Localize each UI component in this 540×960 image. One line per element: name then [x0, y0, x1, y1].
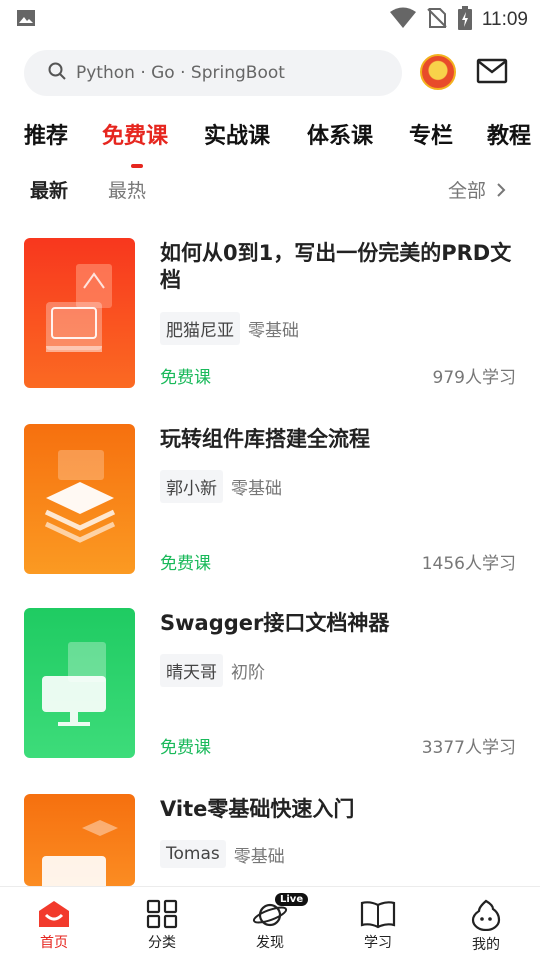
nav-home-label: 首页: [40, 935, 68, 951]
image-notification-icon: [16, 8, 36, 32]
avatar[interactable]: [420, 54, 456, 90]
tab-recommend[interactable]: 推荐: [24, 118, 68, 150]
course-item[interactable]: 玩转组件库搭建全流程 郭小新 零基础 免费课 1456人学习: [24, 424, 516, 574]
course-title: Swagger接口文档神器: [160, 611, 390, 635]
course-thumbnail: [24, 424, 135, 574]
course-teacher: 肥猫尼亚: [160, 312, 240, 345]
course-price: 免费课: [160, 368, 211, 388]
course-teacher: 晴天哥: [160, 654, 223, 687]
course-thumbnail: [24, 794, 135, 886]
nav-profile[interactable]: 我的: [451, 899, 521, 954]
search-icon: [48, 62, 66, 84]
course-thumbnail: [24, 608, 135, 758]
live-badge: Live: [275, 893, 309, 906]
nav-profile-label: 我的: [472, 937, 500, 953]
course-teacher: 郭小新: [160, 470, 223, 503]
sort-row: 最新 最热 全部: [30, 176, 516, 206]
course-level: 零基础: [248, 321, 299, 341]
tab-system-course[interactable]: 体系课: [307, 118, 373, 150]
status-bar: 11:09: [0, 0, 540, 36]
book-icon: [360, 901, 396, 929]
course-level: 初阶: [231, 663, 265, 683]
profile-icon: [471, 899, 501, 931]
course-tags: 肥猫尼亚 零基础: [160, 312, 299, 345]
wifi-icon: [389, 7, 416, 33]
course-item[interactable]: 如何从0到1，写出一份完美的PRD文档 肥猫尼亚 零基础 免费课 979人学习: [24, 238, 516, 388]
nav-discover[interactable]: Live 发现: [235, 893, 309, 952]
tab-free-course[interactable]: 免费课: [102, 118, 168, 150]
active-tab-indicator: [131, 164, 143, 168]
sort-hottest[interactable]: 最热: [108, 176, 146, 203]
nav-study-label: 学习: [364, 935, 392, 951]
course-price: 免费课: [160, 554, 211, 574]
course-learners: 3377人学习: [421, 738, 516, 758]
bottom-navigation: 首页 分类 Live 发现 学习 我的: [0, 886, 540, 960]
course-thumbnail: [24, 238, 135, 388]
status-time: 11:09: [481, 9, 528, 30]
nav-category-label: 分类: [148, 935, 176, 951]
course-tags: Tomas 零基础: [160, 840, 285, 868]
home-icon: [39, 901, 69, 927]
course-price: 免费课: [160, 738, 211, 758]
course-tags: 晴天哥 初阶: [160, 654, 265, 687]
course-learners: 1456人学习: [421, 554, 516, 574]
nav-discover-label: 发现: [256, 935, 284, 951]
course-learners: 979人学习: [432, 368, 516, 388]
chevron-right-icon: [497, 182, 506, 197]
course-item[interactable]: Swagger接口文档神器 晴天哥 初阶 免费课 3377人学习: [24, 608, 516, 758]
grid-icon: [146, 899, 178, 929]
mail-icon[interactable]: [476, 58, 508, 86]
course-title: 玩转组件库搭建全流程: [160, 427, 370, 451]
nav-category[interactable]: 分类: [127, 899, 197, 952]
course-title: 如何从0到1，写出一份完美的PRD文档: [160, 241, 512, 292]
course-title: Vite零基础快速入门: [160, 797, 355, 821]
filter-all-label: 全部: [447, 180, 486, 202]
tab-practical-course[interactable]: 实战课: [204, 118, 270, 150]
nav-study[interactable]: 学习: [343, 899, 413, 952]
tab-tutorial[interactable]: 教程: [487, 118, 531, 150]
sort-latest[interactable]: 最新: [30, 176, 68, 203]
no-sim-icon: [426, 7, 448, 33]
course-level: 零基础: [231, 479, 282, 499]
battery-charging-icon: [457, 6, 472, 34]
search-row: [24, 50, 524, 96]
tab-column[interactable]: 专栏: [409, 118, 453, 150]
category-tabs: 推荐 免费课 实战课 体系课 专栏 教程: [24, 118, 540, 158]
filter-all-button[interactable]: 全部: [448, 176, 506, 203]
course-teacher: Tomas: [160, 840, 226, 868]
course-level: 零基础: [233, 846, 285, 867]
search-input[interactable]: [76, 63, 376, 83]
course-item[interactable]: Vite零基础快速入门 Tomas 零基础: [24, 794, 516, 886]
search-bar[interactable]: [24, 50, 402, 96]
nav-home[interactable]: 首页: [19, 899, 89, 952]
course-tags: 郭小新 零基础: [160, 470, 282, 503]
